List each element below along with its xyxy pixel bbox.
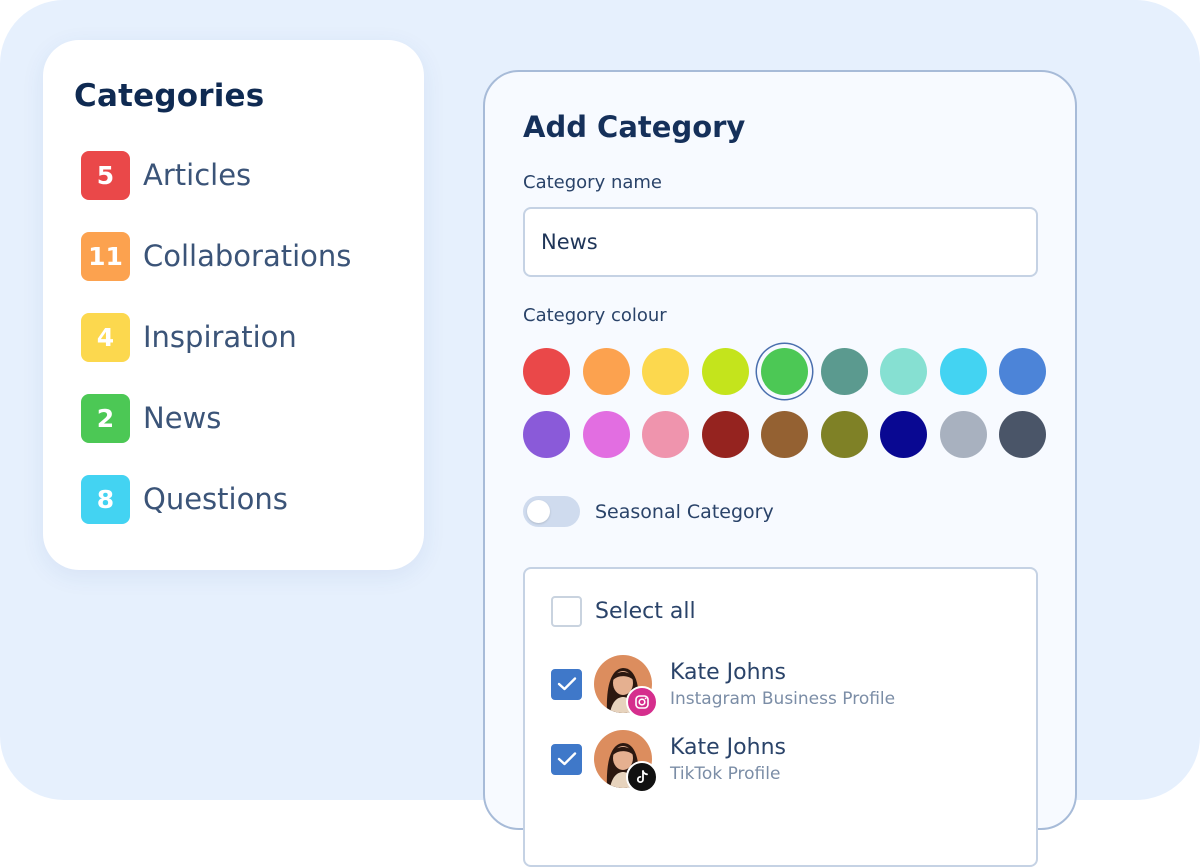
colour-swatch-red[interactable]	[523, 348, 570, 395]
check-icon	[557, 677, 576, 691]
category-item-inspiration[interactable]: 4 Inspiration	[81, 312, 297, 362]
profile-type: TikTok Profile	[670, 763, 781, 784]
seasonal-toggle-row: Seasonal Category	[523, 496, 774, 527]
colour-swatch-blue[interactable]	[999, 348, 1046, 395]
swatch-row	[523, 411, 1046, 458]
add-category-panel: Add Category Category name Category colo…	[483, 70, 1077, 867]
category-item-questions[interactable]: 8 Questions	[81, 474, 288, 524]
colour-swatch-orange[interactable]	[582, 348, 630, 395]
select-all-label: Select all	[595, 599, 696, 624]
avatar-wrap	[594, 730, 658, 793]
category-item-collaborations[interactable]: 11 Collaborations	[81, 231, 351, 281]
profile-text: Kate Johns TikTok Profile	[670, 735, 786, 784]
colour-swatch-lime[interactable]	[701, 348, 749, 395]
avatar-wrap	[594, 655, 658, 718]
category-label: Collaborations	[143, 239, 352, 273]
colour-swatch-slate[interactable]	[999, 411, 1046, 458]
profile-type: Instagram Business Profile	[670, 688, 896, 709]
seasonal-toggle[interactable]	[523, 496, 580, 527]
profile-checkbox[interactable]	[551, 743, 582, 775]
profile-text: Kate Johns Instagram Business Profile	[670, 660, 895, 709]
category-count-badge: 8	[81, 474, 130, 524]
colour-swatch-magenta[interactable]	[582, 411, 630, 458]
profile-checkbox[interactable]	[551, 668, 582, 700]
category-count-badge: 2	[81, 393, 130, 443]
check-icon	[557, 752, 576, 766]
category-label: Inspiration	[143, 320, 297, 354]
colour-swatch-mint[interactable]	[880, 348, 927, 395]
category-count-badge: 11	[81, 231, 130, 281]
toggle-knob	[527, 500, 550, 523]
colour-swatch-cyan[interactable]	[939, 348, 987, 395]
colour-swatch-grey[interactable]	[939, 411, 987, 458]
profiles-list: Select all Kate Johns Instagram Business…	[523, 567, 1038, 867]
instagram-icon	[626, 686, 658, 718]
colour-swatch-brown[interactable]	[761, 411, 808, 458]
colour-swatch-pink[interactable]	[642, 411, 689, 458]
colour-swatch-purple[interactable]	[523, 411, 570, 458]
profile-row[interactable]: Kate Johns TikTok Profile	[551, 730, 786, 793]
category-label: News	[143, 401, 222, 435]
category-colour-label: Category colour	[523, 305, 667, 326]
profile-name: Kate Johns	[670, 659, 786, 685]
category-count-badge: 4	[81, 312, 130, 362]
categories-card: Categories 5 Articles 11 Collaborations …	[43, 40, 424, 570]
colour-swatches	[523, 348, 1046, 474]
select-all-row: Select all	[551, 596, 696, 627]
seasonal-label: Seasonal Category	[595, 500, 774, 523]
categories-title: Categories	[74, 78, 265, 114]
colour-swatch-olive[interactable]	[820, 411, 868, 458]
colour-swatch-maroon[interactable]	[701, 411, 749, 458]
category-name-label: Category name	[523, 172, 662, 193]
colour-swatch-navy[interactable]	[880, 411, 927, 458]
category-item-news[interactable]: 2 News	[81, 393, 221, 443]
category-label: Articles	[143, 158, 252, 192]
profile-row[interactable]: Kate Johns Instagram Business Profile	[551, 655, 895, 718]
category-name-input[interactable]	[523, 207, 1038, 277]
tiktok-icon	[626, 761, 658, 793]
swatch-row	[523, 348, 1046, 395]
panel-title: Add Category	[523, 110, 746, 144]
category-item-articles[interactable]: 5 Articles	[81, 150, 251, 200]
profile-name: Kate Johns	[670, 734, 786, 760]
select-all-checkbox[interactable]	[551, 596, 582, 627]
category-count-badge: 5	[81, 150, 130, 200]
colour-swatch-yellow[interactable]	[642, 348, 689, 395]
colour-swatch-teal[interactable]	[820, 348, 868, 395]
colour-swatch-green-selected[interactable]	[761, 348, 808, 395]
category-label: Questions	[143, 482, 288, 516]
